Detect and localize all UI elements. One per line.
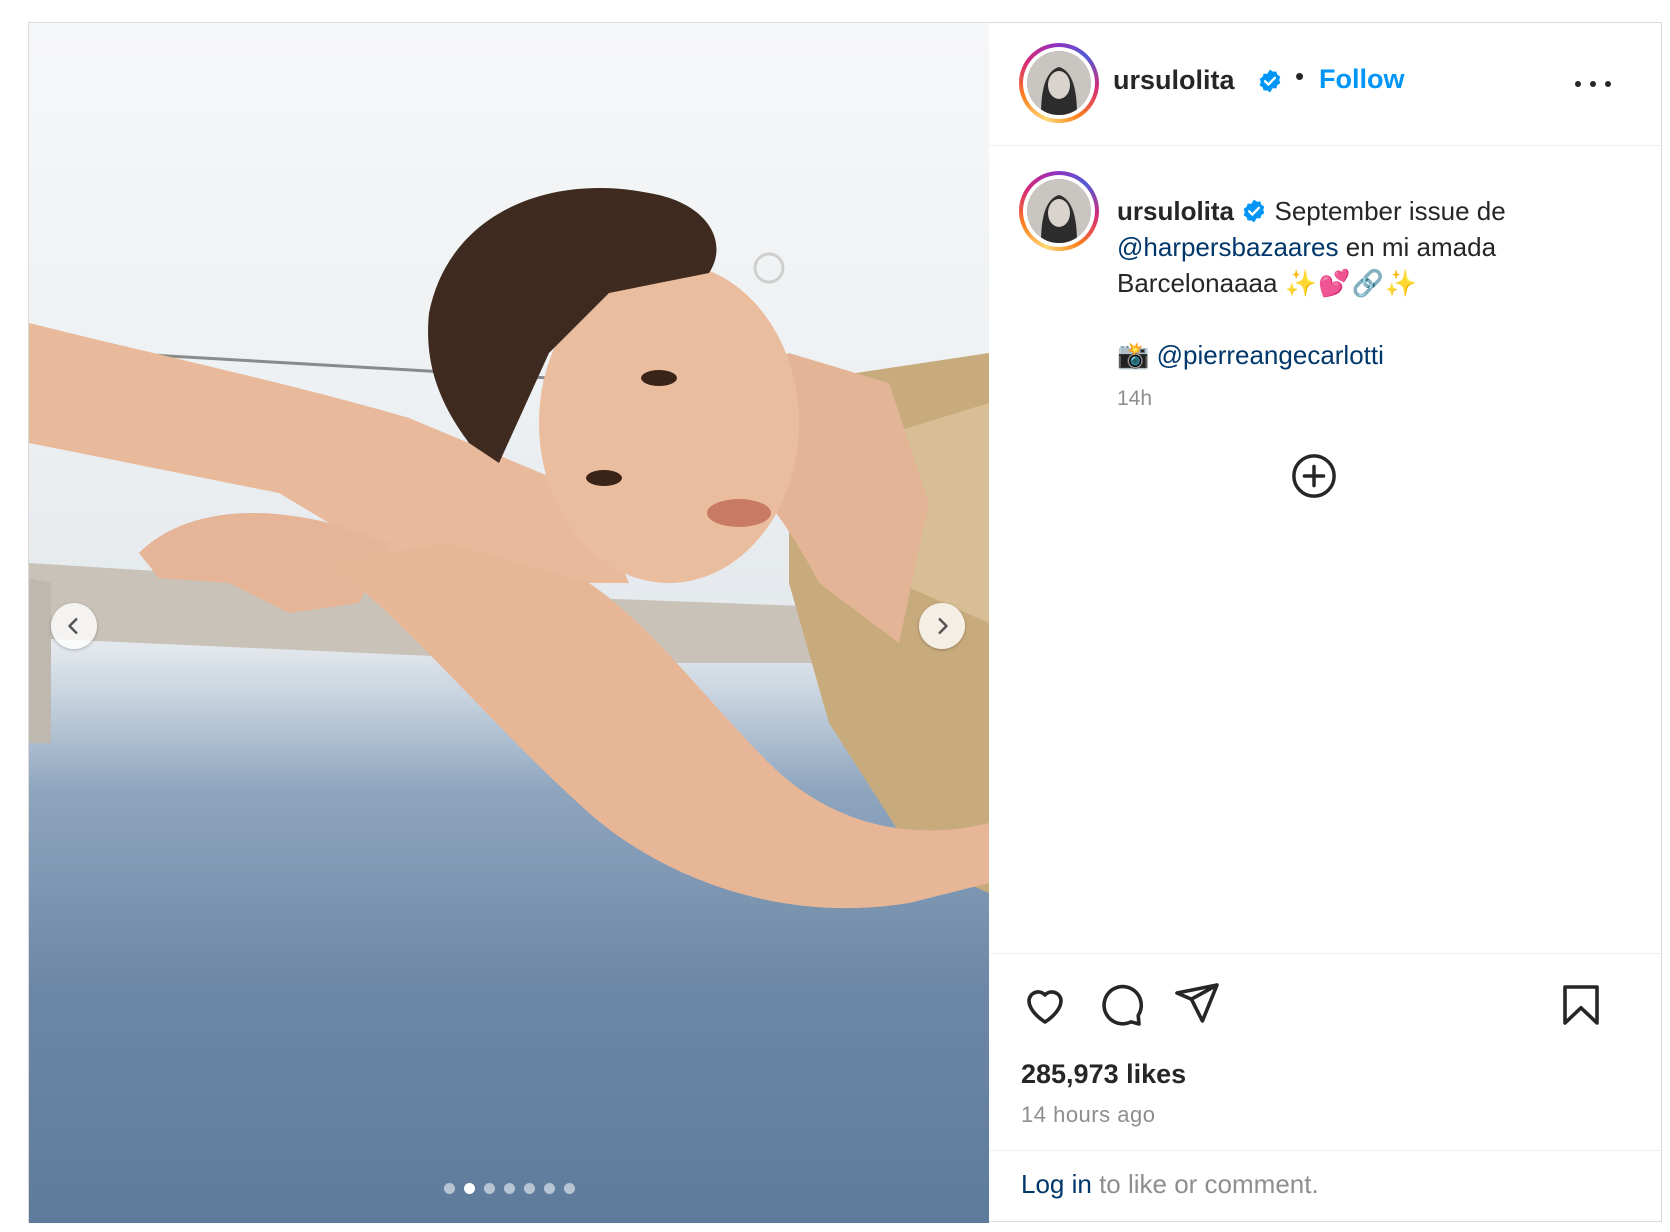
heart-icon[interactable] (1021, 981, 1069, 1029)
login-link[interactable]: Log in (1021, 1169, 1092, 1199)
bookmark-icon[interactable] (1557, 981, 1605, 1029)
comment-icon[interactable] (1097, 981, 1145, 1029)
carousel-dot[interactable] (543, 1183, 555, 1194)
caption-timestamp[interactable]: 14h (1117, 387, 1152, 411)
carousel-next-button[interactable] (919, 603, 965, 649)
follow-button[interactable]: Follow (1319, 64, 1404, 95)
caption-avatar[interactable] (1019, 171, 1099, 251)
avatar[interactable] (1019, 43, 1099, 123)
avatar-image (1027, 51, 1091, 115)
photo-illustration (29, 188, 989, 909)
mention-pierreangecarlotti[interactable]: @pierreangecarlotti (1157, 340, 1384, 370)
carousel-dot[interactable] (443, 1183, 455, 1194)
caption-line-1: September issue de (1274, 196, 1506, 226)
carousel-dot[interactable] (463, 1183, 475, 1194)
caption-username[interactable]: ursulolita (1117, 196, 1234, 226)
more-options-button[interactable] (1575, 81, 1611, 93)
post-image[interactable] (29, 23, 989, 1223)
carousel-prev-button[interactable] (51, 603, 97, 649)
camera-emoji: 📸 (1117, 340, 1150, 370)
post-header: ursulolita • Follow (989, 23, 1663, 146)
login-prompt-text: to like or comment. (1091, 1169, 1319, 1199)
caption-line-2: en mi amada (1338, 232, 1497, 262)
post-card: ursulolita • Follow ursulolita September… (28, 22, 1663, 1223)
chevron-right-icon (938, 618, 948, 634)
share-icon[interactable] (1173, 979, 1221, 1027)
post-username[interactable]: ursulolita (1113, 65, 1235, 96)
likes-count[interactable]: 285,973 likes (1021, 1059, 1186, 1090)
post-timestamp[interactable]: 14 hours ago (1021, 1102, 1155, 1128)
carousel-dot[interactable] (483, 1183, 495, 1194)
carousel-dot[interactable] (503, 1183, 515, 1194)
carousel-dot[interactable] (523, 1183, 535, 1194)
caption-text: ursulolita September issue de @harpersba… (1117, 193, 1637, 373)
more-icon (1575, 81, 1581, 87)
login-prompt: Log in to like or comment. (989, 1150, 1663, 1225)
verified-icon (1243, 199, 1265, 223)
mention-harpersbazaares[interactable]: @harpersbazaares (1117, 232, 1339, 262)
post-actions: 285,973 likes 14 hours ago Log in to lik… (989, 953, 1663, 1224)
add-circle-icon[interactable] (1291, 453, 1337, 499)
chevron-left-icon (68, 618, 78, 634)
post-side-panel: ursulolita • Follow ursulolita September… (989, 23, 1663, 1223)
carousel-dot[interactable] (563, 1183, 575, 1194)
caption-line-3: Barcelonaaaa (1117, 268, 1278, 298)
separator-dot: • (1295, 61, 1305, 91)
verified-icon (1259, 69, 1281, 93)
avatar-image (1027, 179, 1091, 243)
caption-emoji: ✨💕🔗✨ (1284, 268, 1419, 298)
carousel-dots (29, 1183, 989, 1194)
